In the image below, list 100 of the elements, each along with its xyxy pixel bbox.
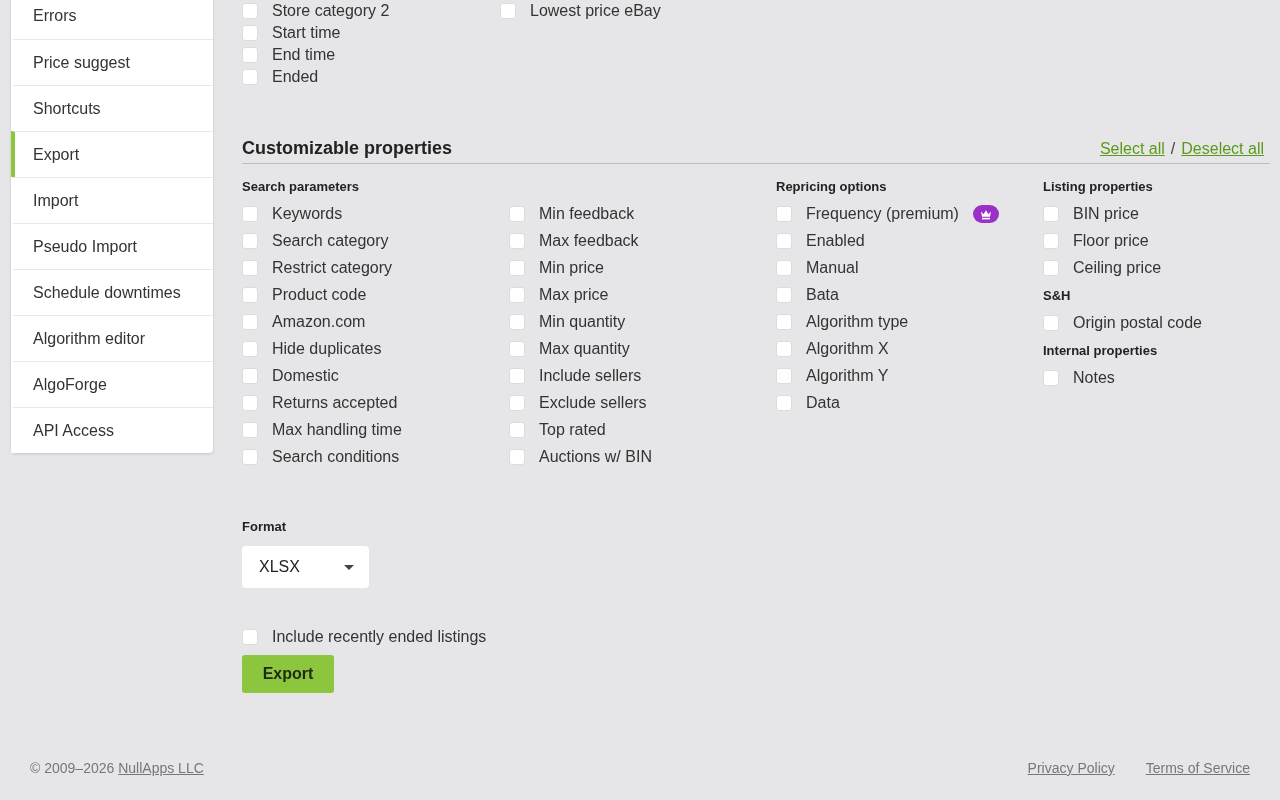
- checkbox[interactable]: [242, 25, 258, 41]
- checkbox[interactable]: [1043, 314, 1059, 331]
- checkbox[interactable]: [509, 286, 525, 303]
- option-label[interactable]: Search conditions: [272, 447, 400, 466]
- checkbox[interactable]: [509, 259, 525, 276]
- option-label[interactable]: Bata: [806, 285, 839, 304]
- checkbox[interactable]: [242, 367, 258, 384]
- option-label[interactable]: Store category 2: [272, 2, 390, 20]
- sidebar-item[interactable]: AlgoForge: [11, 361, 213, 407]
- sidebar-item[interactable]: Algorithm editor: [11, 315, 213, 361]
- option-label[interactable]: Amazon.com: [272, 312, 366, 331]
- option-label[interactable]: Hide duplicates: [272, 339, 382, 358]
- checkbox[interactable]: [1043, 259, 1059, 276]
- option-label[interactable]: Restrict category: [272, 258, 393, 277]
- checkbox[interactable]: [509, 340, 525, 357]
- option-label[interactable]: Data: [806, 393, 840, 412]
- option-label[interactable]: Include sellers: [539, 366, 642, 385]
- option-label[interactable]: Top rated: [539, 420, 606, 439]
- sidebar-item[interactable]: Price suggest: [11, 39, 213, 85]
- checkbox[interactable]: [1043, 369, 1059, 386]
- group-title: S&H: [1043, 288, 1071, 304]
- checkbox[interactable]: [776, 259, 792, 276]
- option-label[interactable]: Max feedback: [539, 231, 639, 250]
- checkbox[interactable]: [776, 232, 792, 249]
- option-label[interactable]: Origin postal code: [1073, 313, 1202, 332]
- checkbox[interactable]: [776, 205, 792, 222]
- checkbox[interactable]: [242, 448, 258, 465]
- sidebar-item[interactable]: Export: [11, 131, 213, 177]
- option-label[interactable]: Manual: [806, 258, 859, 277]
- sidebar-item[interactable]: Import: [11, 177, 213, 223]
- checkbox[interactable]: [509, 448, 525, 465]
- option-label[interactable]: Start time: [272, 24, 341, 42]
- checkbox[interactable]: [509, 367, 525, 384]
- option-label[interactable]: Enabled: [806, 231, 865, 250]
- copyright-text: © 2009–2026 NullApps LLC: [30, 759, 204, 778]
- checkbox[interactable]: [509, 421, 525, 438]
- group-title: Listing properties: [1043, 179, 1153, 195]
- option-label[interactable]: Lowest price eBay: [530, 2, 661, 20]
- option-label[interactable]: Algorithm Y: [806, 366, 889, 385]
- checkbox[interactable]: [776, 340, 792, 357]
- option-label[interactable]: Min quantity: [539, 312, 626, 331]
- option-label[interactable]: Ceiling price: [1073, 258, 1162, 277]
- group-title: Search parameters: [242, 179, 360, 195]
- format-select[interactable]: XLSX: [242, 546, 369, 588]
- checkbox[interactable]: [242, 232, 258, 249]
- checkbox[interactable]: [509, 205, 525, 222]
- checkbox[interactable]: [776, 286, 792, 303]
- checkbox[interactable]: [776, 313, 792, 330]
- option-label[interactable]: Floor price: [1073, 231, 1149, 250]
- sidebar-item[interactable]: Errors: [11, 0, 213, 39]
- option-label[interactable]: Algorithm X: [806, 339, 889, 358]
- option-label[interactable]: Product code: [272, 285, 367, 304]
- checkbox[interactable]: [242, 259, 258, 276]
- checkbox[interactable]: [242, 205, 258, 222]
- option-label[interactable]: Search category: [272, 231, 389, 250]
- option-label[interactable]: End time: [272, 46, 336, 64]
- option-label[interactable]: Max price: [539, 285, 609, 304]
- option-label[interactable]: Max quantity: [539, 339, 630, 358]
- format-label: Format: [242, 519, 287, 535]
- sidebar-item[interactable]: Pseudo Import: [11, 223, 213, 269]
- export-button[interactable]: Export: [242, 655, 334, 693]
- checkbox[interactable]: [1043, 232, 1059, 249]
- option-label[interactable]: Domestic: [272, 366, 339, 385]
- checkbox[interactable]: [242, 340, 258, 357]
- checkbox[interactable]: [776, 367, 792, 384]
- checkbox[interactable]: [242, 628, 258, 645]
- sidebar-item[interactable]: API Access: [11, 407, 213, 453]
- sidebar-item[interactable]: Shortcuts: [11, 85, 213, 131]
- option-label[interactable]: Frequency (premium): [806, 204, 959, 223]
- option-label[interactable]: Algorithm type: [806, 312, 909, 331]
- option-label[interactable]: Ended: [272, 68, 319, 86]
- option-label[interactable]: Max handling time: [272, 420, 402, 439]
- checkbox[interactable]: [509, 313, 525, 330]
- option-label[interactable]: Keywords: [272, 204, 343, 223]
- option-label[interactable]: Notes: [1073, 368, 1115, 387]
- company-link[interactable]: NullApps LLC: [118, 760, 204, 776]
- group-title: Repricing options: [776, 179, 887, 195]
- option-label[interactable]: Returns accepted: [272, 393, 398, 412]
- option-label[interactable]: Auctions w/ BIN: [539, 447, 652, 466]
- section-title: Customizable properties: [242, 137, 453, 159]
- checkbox[interactable]: [242, 47, 258, 63]
- option-label[interactable]: Min price: [539, 258, 604, 277]
- checkbox[interactable]: [1043, 205, 1059, 222]
- option-label[interactable]: BIN price: [1073, 204, 1139, 223]
- checkbox[interactable]: [242, 313, 258, 330]
- checkbox[interactable]: [242, 286, 258, 303]
- checkbox[interactable]: [509, 394, 525, 411]
- checkbox[interactable]: [242, 394, 258, 411]
- checkbox[interactable]: [500, 3, 516, 19]
- footer-link[interactable]: Terms of Service: [1145, 758, 1250, 778]
- footer-link[interactable]: Privacy Policy: [1027, 758, 1115, 778]
- checkbox[interactable]: [776, 394, 792, 411]
- sidebar-item[interactable]: Schedule downtimes: [11, 269, 213, 315]
- option-label[interactable]: Exclude sellers: [539, 393, 647, 412]
- checkbox[interactable]: [242, 3, 258, 19]
- checkbox[interactable]: [509, 232, 525, 249]
- checkbox[interactable]: [242, 421, 258, 438]
- checkbox[interactable]: [242, 69, 258, 85]
- option-label[interactable]: Min feedback: [539, 204, 635, 223]
- option-label[interactable]: Include recently ended listings: [272, 627, 487, 646]
